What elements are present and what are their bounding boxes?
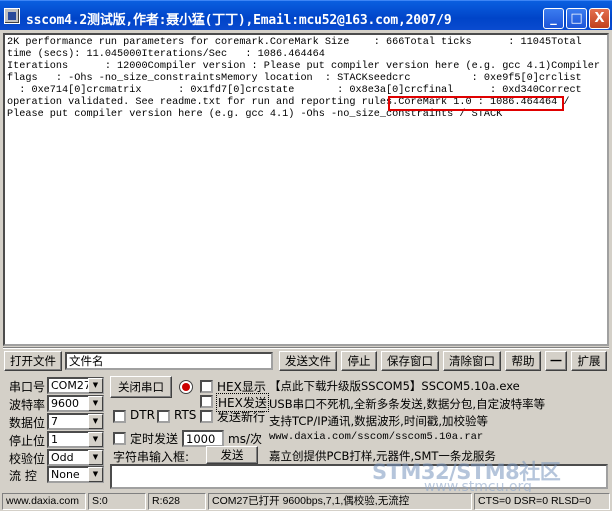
close-button[interactable]: X (589, 8, 610, 29)
collapse-button[interactable]: 一 (545, 351, 567, 371)
save-window-button[interactable]: 保存窗口 (381, 351, 439, 371)
chevron-down-icon[interactable]: ▼ (88, 414, 103, 429)
timed-send-checkbox[interactable] (113, 432, 126, 445)
parity-value: Odd (51, 451, 74, 464)
status-url[interactable]: www.daxia.com (2, 493, 86, 510)
status-bar: www.daxia.com S:0 R:628 COM27已打开 9600bps… (0, 492, 612, 511)
parity-select[interactable]: Odd ▼ (47, 449, 104, 466)
flow-value: None (51, 468, 80, 481)
title-bar: sscom4.2测试版,作者:聂小猛(丁丁),Email:mcu52@163.c… (0, 0, 612, 30)
flow-select[interactable]: None ▼ (47, 466, 104, 483)
port-label: 串口号 (9, 380, 46, 394)
parity-label: 校验位 (9, 452, 46, 466)
send-button[interactable]: 发送 (206, 446, 258, 464)
chevron-down-icon[interactable]: ▼ (88, 378, 103, 393)
output-line: 2K performance run parameters for corema… (7, 37, 582, 48)
rts-label: RTS (174, 408, 197, 422)
minimize-button[interactable]: _ (543, 8, 564, 29)
string-input-label: 字符串输入框: (113, 450, 190, 464)
port-select[interactable]: COM27 ▼ (47, 377, 104, 394)
send-newline-label: 发送新行 (217, 410, 266, 424)
chevron-down-icon[interactable]: ▼ (88, 432, 103, 447)
maximize-button[interactable]: □ (566, 8, 587, 29)
dtr-label: DTR (130, 408, 155, 422)
send-file-button[interactable]: 发送文件 (279, 351, 337, 371)
interval-unit: ms/次 (228, 432, 262, 446)
databits-label: 数据位 (9, 416, 46, 430)
window-title: sscom4.2测试版,作者:聂小猛(丁丁),Email:mcu52@163.c… (26, 13, 452, 28)
status-received-count: R:628 (148, 493, 206, 510)
help-button[interactable]: 帮助 (505, 351, 541, 371)
output-line: time (secs): 11.045000Iterations/Sec : 1… (7, 49, 325, 60)
info-features-2: 支持TCP/IP通讯,数据波形,时间戳,加校验等 (269, 414, 488, 428)
stopbits-select[interactable]: 1 ▼ (47, 431, 104, 448)
coremark-score-highlight (388, 96, 564, 111)
dtr-checkbox[interactable] (113, 410, 126, 423)
interval-input[interactable]: 1000 (182, 430, 224, 447)
chevron-down-icon[interactable]: ▼ (88, 467, 103, 482)
open-file-button[interactable]: 打开文件 (4, 351, 62, 371)
stopbits-value: 1 (51, 433, 58, 446)
chevron-down-icon[interactable]: ▼ (88, 396, 103, 411)
clear-window-button[interactable]: 清除窗口 (443, 351, 501, 371)
flow-label: 流 控 (9, 469, 37, 483)
divider (3, 347, 609, 349)
hex-display-checkbox[interactable] (200, 380, 213, 393)
close-port-button[interactable]: 关闭串口 (110, 376, 172, 398)
baud-select[interactable]: 9600 ▼ (47, 395, 104, 412)
port-status-indicator (179, 380, 193, 394)
baud-value: 9600 (51, 397, 79, 410)
info-download-link[interactable]: 【点此下载升级版SSCOM5】SSCOM5.10a.exe (269, 378, 520, 394)
rts-checkbox[interactable] (157, 410, 170, 423)
status-port-info: COM27已打开 9600bps,7,1,偶校验,无流控 (208, 493, 472, 510)
databits-value: 7 (51, 415, 58, 428)
baud-label: 波特率 (9, 398, 46, 412)
info-download-url[interactable]: www.daxia.com/sscom/sscom5.10a.rar (269, 431, 483, 443)
expand-button[interactable]: 扩展 (571, 351, 607, 371)
chevron-down-icon[interactable]: ▼ (88, 450, 103, 465)
app-icon (4, 8, 20, 24)
info-features: USB串口不死机,全新多条发送,数据分包,自定波特率等 (269, 397, 546, 411)
receive-output[interactable]: 2K performance run parameters for corema… (3, 33, 609, 346)
timed-send-label: 定时发送 (130, 432, 179, 446)
status-signals: CTS=0 DSR=0 RLSD=0 (474, 493, 610, 510)
stop-button[interactable]: 停止 (341, 351, 377, 371)
databits-select[interactable]: 7 ▼ (47, 413, 104, 430)
port-value: COM27 (51, 379, 91, 392)
output-line: flags : -Ohs -no_size_constraintsMemory … (7, 73, 582, 84)
stopbits-label: 停止位 (9, 434, 46, 448)
send-newline-checkbox[interactable] (200, 410, 213, 423)
hex-send-checkbox[interactable] (200, 395, 213, 408)
status-sent-count: S:0 (88, 493, 146, 510)
filename-field[interactable]: 文件名 (65, 352, 273, 370)
output-line: Iterations : 12000Compiler version : Ple… (7, 61, 601, 72)
